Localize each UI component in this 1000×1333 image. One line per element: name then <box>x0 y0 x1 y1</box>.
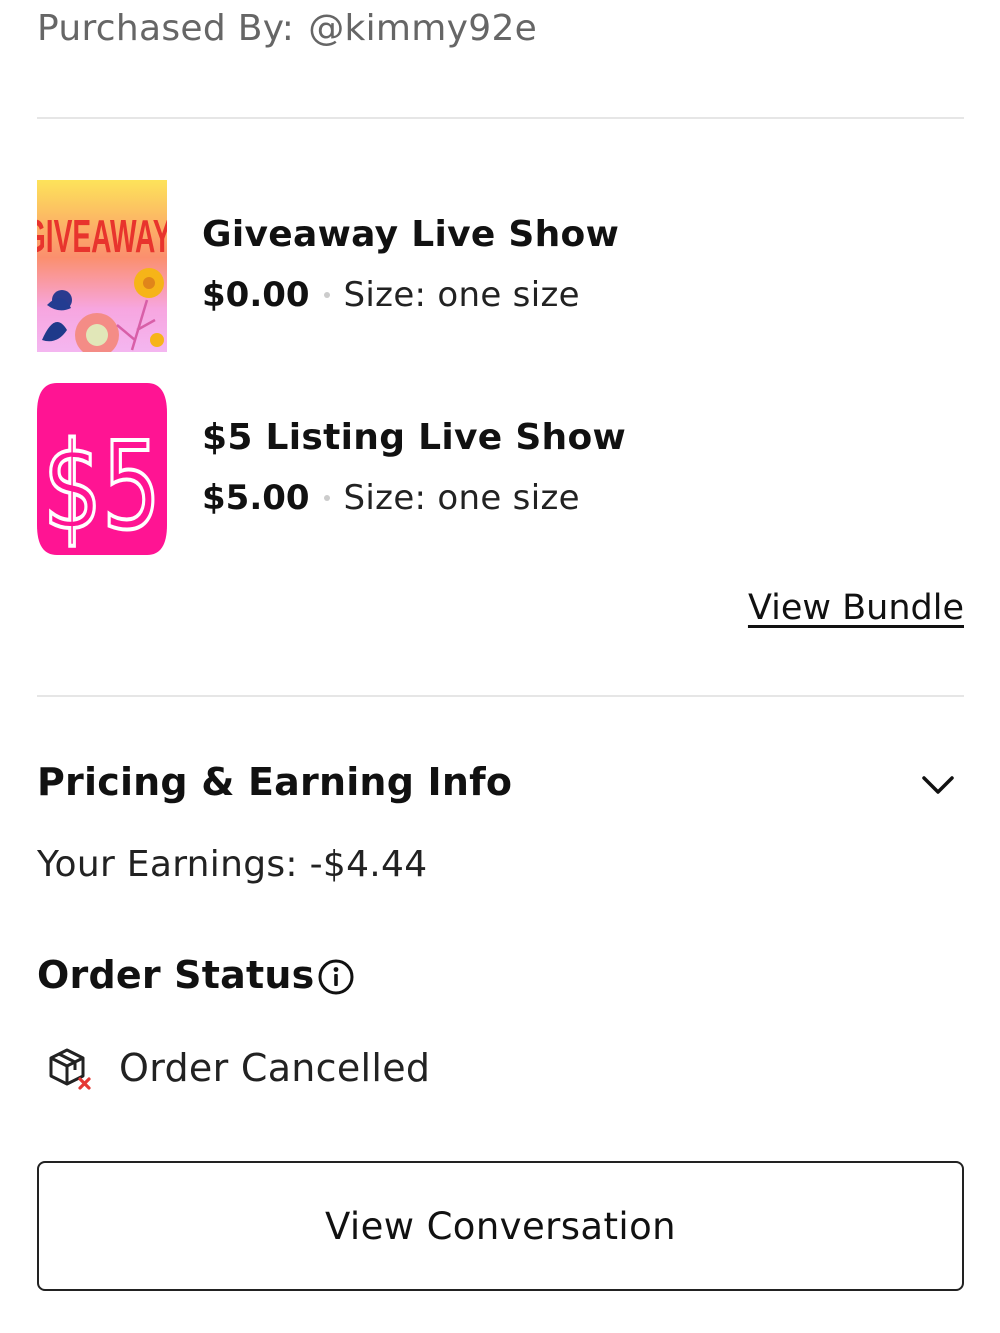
list-item[interactable]: $5 $5 Listing Live Show $5.00 Size: one … <box>37 383 964 558</box>
giveaway-image-text: GIVEAWAY <box>37 210 167 261</box>
item-title: Giveaway Live Show <box>202 214 620 255</box>
five-dollar-image: $5 <box>37 383 167 555</box>
item-size: Size: one size <box>343 275 580 315</box>
giveaway-flowers-image: GIVEAWAY <box>37 180 167 352</box>
info-icon[interactable] <box>317 958 355 996</box>
list-item[interactable]: GIVEAWAY Giveaway Live Show $0.00 Size: … <box>37 180 964 355</box>
item-info: Giveaway Live Show $0.00 Size: one size <box>202 214 619 315</box>
item-info: $5 Listing Live Show $5.00 Size: one siz… <box>202 417 626 518</box>
five-dollar-image-text: $5 <box>43 418 161 555</box>
item-meta: $0.00 Size: one size <box>202 275 619 315</box>
package-cancelled-icon <box>45 1044 93 1092</box>
buyer-handle-link[interactable]: @kimmy92e <box>308 8 537 49</box>
order-status-text: Order Cancelled <box>119 1046 431 1090</box>
item-price: $0.00 <box>202 275 310 315</box>
pricing-section-title[interactable]: Pricing & Earning Info <box>37 760 512 804</box>
item-price: $5.00 <box>202 478 310 518</box>
item-size: Size: one size <box>343 478 580 518</box>
order-status-title: Order Status <box>37 953 315 997</box>
divider <box>37 117 964 119</box>
item-meta: $5.00 Size: one size <box>202 478 626 518</box>
purchased-by-row: Purchased By: @kimmy92e <box>37 8 537 49</box>
chevron-down-icon[interactable] <box>920 770 956 798</box>
order-details-page: Purchased By: @kimmy92e GIVEAWAY <box>0 0 1000 1333</box>
view-bundle-link[interactable]: View Bundle <box>748 588 964 628</box>
separator-dot <box>323 495 330 501</box>
five-dollar-thumbnail: $5 <box>37 383 167 555</box>
giveaway-thumbnail: GIVEAWAY <box>37 180 167 352</box>
separator-dot <box>323 292 330 298</box>
purchased-by-label: Purchased By: <box>37 8 295 49</box>
divider <box>37 695 964 697</box>
view-conversation-button[interactable]: View Conversation <box>37 1161 964 1291</box>
your-earnings: Your Earnings: -$4.44 <box>37 844 428 885</box>
item-title: $5 Listing Live Show <box>202 417 627 458</box>
order-status-row: Order Cancelled <box>45 1040 430 1096</box>
